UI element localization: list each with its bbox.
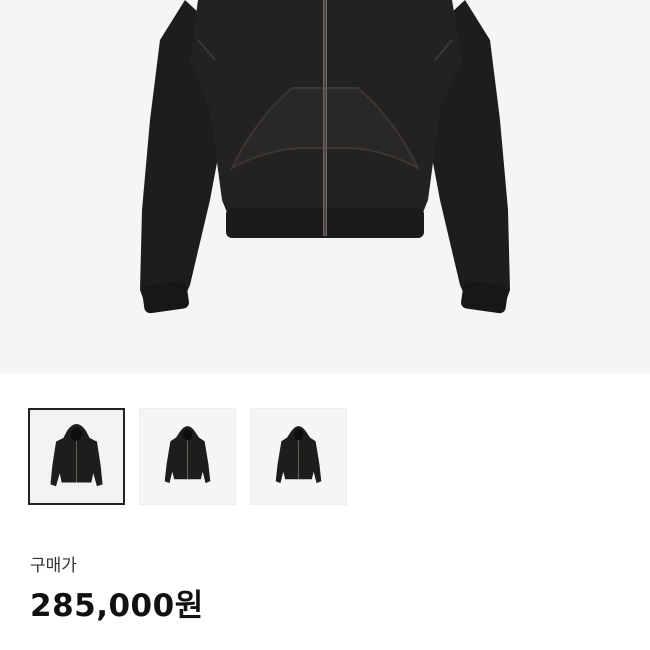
hoodie-thumbnail-icon	[275, 426, 322, 484]
thumbnail-2[interactable]	[139, 408, 236, 505]
price-label: 구매가	[30, 556, 77, 576]
thumbnail-3[interactable]	[250, 408, 347, 505]
hoodie-thumbnail-icon	[164, 426, 211, 484]
thumbnail-strip	[28, 408, 347, 505]
hoodie-thumbnail-icon	[50, 423, 103, 487]
thumbnail-1[interactable]	[28, 408, 125, 505]
product-main-image[interactable]	[0, 0, 650, 373]
hoodie-image	[140, 0, 510, 314]
price-value: 285,000원	[30, 588, 204, 624]
